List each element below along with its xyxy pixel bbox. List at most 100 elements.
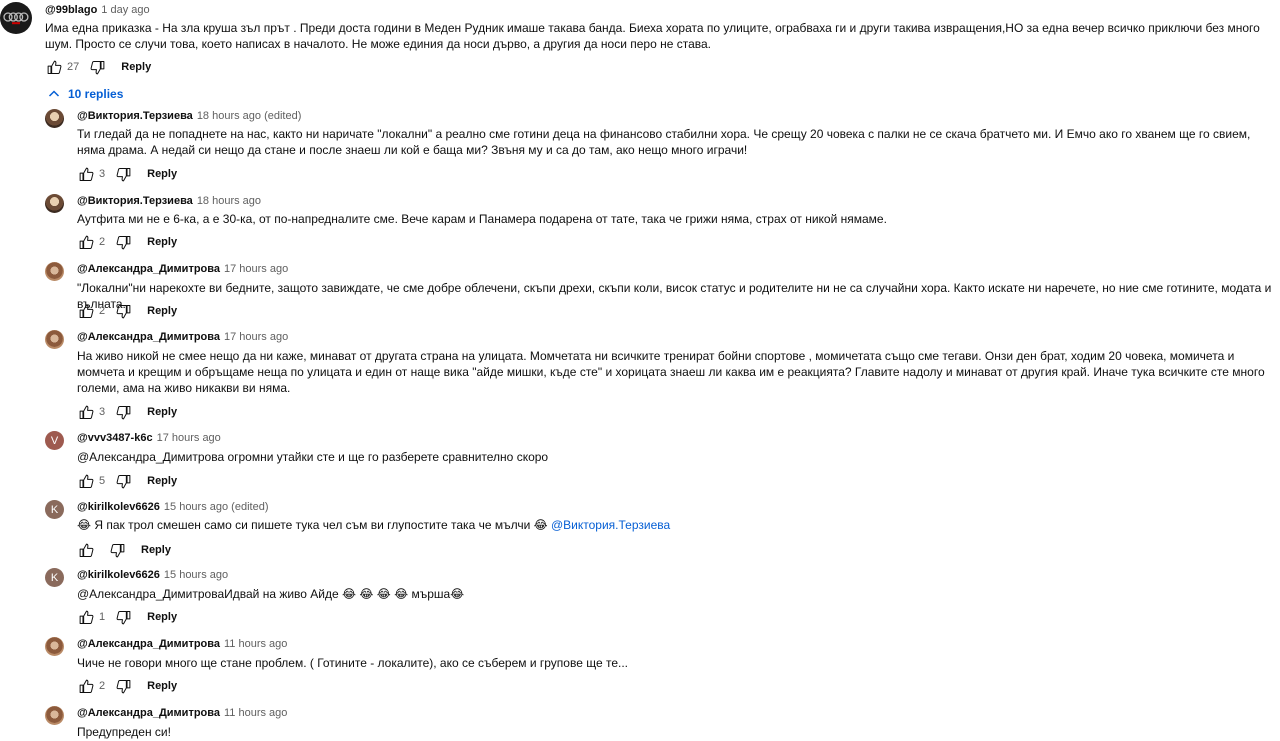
timestamp[interactable]: 18 hours ago bbox=[197, 195, 261, 207]
reply-actions: 3 Reply bbox=[76, 403, 177, 421]
reply-button[interactable]: Reply bbox=[121, 61, 151, 73]
like-button[interactable] bbox=[76, 608, 96, 626]
thumbs-up-icon bbox=[79, 543, 93, 557]
like-count: 1 bbox=[99, 611, 106, 623]
thumbs-down-icon bbox=[116, 679, 130, 693]
reply-button[interactable]: Reply bbox=[147, 611, 177, 623]
thumbs-up-icon bbox=[47, 60, 61, 74]
timestamp[interactable]: 11 hours ago bbox=[224, 707, 287, 719]
thumbs-up-icon bbox=[79, 235, 93, 249]
thumbs-up-icon bbox=[79, 405, 93, 419]
reply-text: @Александра_ДимитроваИдвай на живо Айде … bbox=[77, 587, 465, 601]
reply-text: @Александра_Димитрова огромни утайки сте… bbox=[77, 450, 549, 464]
reply-text: Аутфита ми не е 6-ка, а е 30-ка, от по-н… bbox=[77, 212, 887, 226]
reply-header: @Александра_Димитрова 17 hours ago bbox=[77, 262, 288, 276]
reply-text: "Локални"ни нарекохте ви бедните, защото… bbox=[77, 281, 1272, 311]
avatar[interactable]: K bbox=[45, 568, 64, 587]
author-name[interactable]: @Александра_Димитрова bbox=[77, 331, 220, 343]
like-count: 2 bbox=[99, 305, 106, 317]
avatar[interactable] bbox=[45, 637, 64, 656]
timestamp[interactable]: 15 hours ago (edited) bbox=[164, 501, 269, 513]
avatar[interactable] bbox=[0, 2, 32, 34]
timestamp[interactable]: 11 hours ago bbox=[224, 638, 287, 650]
reply-button[interactable]: Reply bbox=[147, 236, 177, 248]
thumbs-down-icon bbox=[116, 474, 130, 488]
like-count: 3 bbox=[99, 406, 106, 418]
author-name[interactable]: @Виктория.Терзиева bbox=[77, 110, 193, 122]
thumbs-up-icon bbox=[79, 474, 93, 488]
author-name[interactable]: @kirilkolev6626 bbox=[77, 569, 160, 581]
like-button[interactable] bbox=[76, 302, 96, 320]
like-button[interactable] bbox=[76, 403, 96, 421]
thumbs-up-icon bbox=[79, 610, 93, 624]
replies-toggle-button[interactable]: 10 replies bbox=[48, 86, 123, 102]
reply-actions: 2 Reply bbox=[76, 677, 177, 695]
timestamp[interactable]: 17 hours ago bbox=[224, 331, 288, 343]
avatar[interactable] bbox=[45, 262, 64, 281]
thumbs-up-icon bbox=[79, 679, 93, 693]
timestamp[interactable]: 17 hours ago bbox=[224, 263, 288, 275]
thumbs-down-icon bbox=[110, 543, 124, 557]
like-count: 2 bbox=[99, 236, 106, 248]
dislike-button[interactable] bbox=[113, 677, 133, 695]
author-name[interactable]: @Александра_Димитрова bbox=[77, 638, 220, 650]
dislike-button[interactable] bbox=[113, 302, 133, 320]
mention-link[interactable]: @Виктория.Терзиева bbox=[551, 518, 670, 532]
reply-button[interactable]: Reply bbox=[141, 544, 171, 556]
dislike-button[interactable] bbox=[113, 472, 133, 490]
timestamp[interactable]: 18 hours ago (edited) bbox=[197, 110, 302, 122]
thumbs-down-icon bbox=[90, 60, 105, 74]
reply-button[interactable]: Reply bbox=[147, 168, 177, 180]
timestamp[interactable]: 17 hours ago bbox=[157, 432, 221, 444]
author-name[interactable]: @kirilkolev6626 bbox=[77, 501, 160, 513]
reply-actions: 5 Reply bbox=[76, 472, 177, 490]
reply-header: @vvv3487-k6c 17 hours ago bbox=[77, 431, 221, 445]
author-name[interactable]: @Александра_Димитрова bbox=[77, 263, 220, 275]
like-count: 27 bbox=[67, 61, 80, 73]
avatar[interactable]: V bbox=[45, 431, 64, 450]
thumbs-up-icon bbox=[79, 304, 93, 318]
like-button[interactable] bbox=[76, 541, 96, 559]
chevron-up-icon bbox=[48, 90, 60, 97]
reply-button[interactable]: Reply bbox=[147, 475, 177, 487]
avatar[interactable] bbox=[45, 109, 64, 128]
replies-count-label: 10 replies bbox=[68, 87, 124, 101]
like-button[interactable] bbox=[76, 233, 96, 251]
like-button[interactable] bbox=[44, 58, 64, 76]
reply-button[interactable]: Reply bbox=[147, 406, 177, 418]
like-button[interactable] bbox=[76, 472, 96, 490]
author-name[interactable]: @Александра_Димитрова bbox=[77, 707, 220, 719]
reply-header: @Александра_Димитрова 17 hours ago bbox=[77, 330, 288, 344]
avatar[interactable] bbox=[45, 330, 64, 349]
avatar[interactable] bbox=[45, 706, 64, 725]
avatar[interactable]: K bbox=[45, 500, 64, 519]
dislike-button[interactable] bbox=[107, 541, 127, 559]
reply-text: Чиче не говори много ще стане проблем. (… bbox=[77, 656, 629, 670]
avatar[interactable] bbox=[45, 194, 64, 213]
reply-button[interactable]: Reply bbox=[147, 680, 177, 692]
dislike-button[interactable] bbox=[113, 608, 133, 626]
thumbs-down-icon bbox=[116, 235, 130, 249]
reply-header: @kirilkolev6626 15 hours ago (edited) bbox=[77, 500, 268, 514]
author-name[interactable]: @99blago bbox=[45, 4, 97, 16]
dislike-button[interactable] bbox=[113, 403, 133, 421]
reply-button[interactable]: Reply bbox=[147, 305, 177, 317]
dislike-button[interactable] bbox=[113, 233, 133, 251]
avatar-letter: V bbox=[50, 434, 59, 447]
like-button[interactable] bbox=[76, 677, 96, 695]
reply-header: @kirilkolev6626 15 hours ago bbox=[77, 568, 228, 582]
avatar-letter: K bbox=[50, 571, 59, 584]
reply-actions: 3 Reply bbox=[76, 165, 177, 183]
like-count: 3 bbox=[99, 168, 106, 180]
dislike-button[interactable] bbox=[87, 58, 107, 76]
author-name[interactable]: @vvv3487-k6c bbox=[77, 432, 153, 444]
dislike-button[interactable] bbox=[113, 165, 133, 183]
author-name[interactable]: @Виктория.Терзиева bbox=[77, 195, 193, 207]
thumbs-up-icon bbox=[79, 167, 93, 181]
like-button[interactable] bbox=[76, 165, 96, 183]
reply-text: Ти гледай да не попаднете на нас, както … bbox=[77, 127, 1251, 157]
thumbs-down-icon bbox=[116, 304, 130, 318]
thumbs-down-icon bbox=[116, 167, 130, 181]
timestamp[interactable]: 15 hours ago bbox=[164, 569, 228, 581]
timestamp[interactable]: 1 day ago bbox=[101, 4, 149, 16]
